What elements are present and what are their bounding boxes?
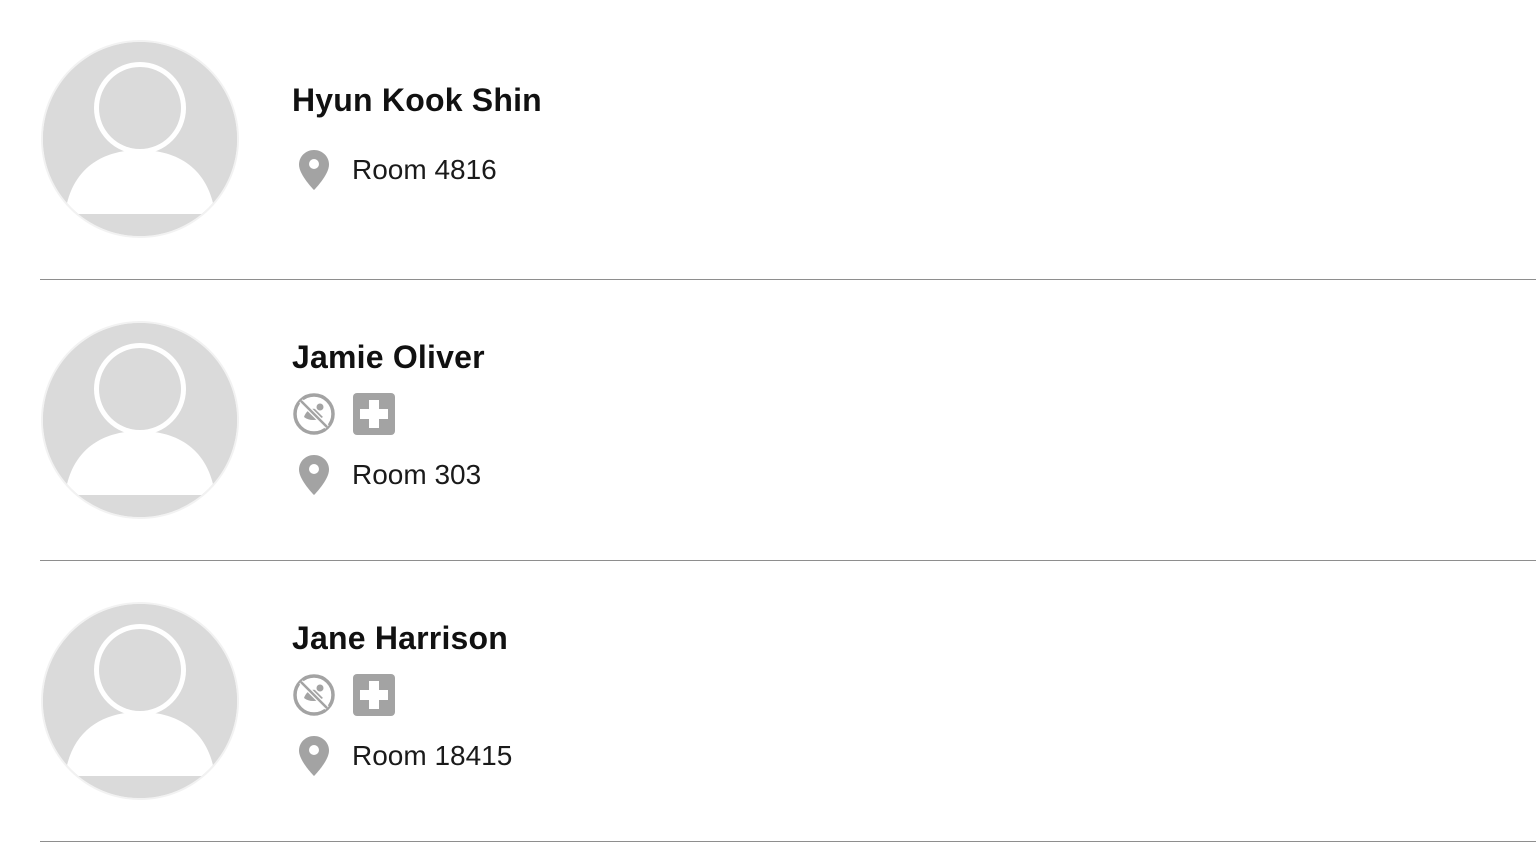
- medical-cross-icon: [352, 673, 396, 717]
- resident-name: Jamie Oliver: [292, 339, 485, 375]
- map-pin-icon: [292, 453, 336, 497]
- map-pin-icon: [292, 148, 336, 192]
- map-pin-icon: [292, 734, 336, 778]
- medical-cross-icon: [352, 392, 396, 436]
- resident-name: Hyun Kook Shin: [292, 82, 542, 118]
- resident-location: Room 303: [292, 453, 481, 497]
- resident-location: Room 18415: [292, 734, 512, 778]
- resident-list: Hyun Kook Shin Room 4816 Jamie Oliver Ro…: [0, 0, 1536, 864]
- resident-location: Room 4816: [292, 148, 497, 192]
- dietary-badges: [292, 392, 412, 436]
- resident-row[interactable]: Jane Harrison Room 18415: [40, 561, 1536, 842]
- resident-row[interactable]: Jamie Oliver Room 303: [40, 280, 1536, 561]
- default-avatar-icon: [43, 323, 237, 517]
- default-avatar-icon: [43, 42, 237, 236]
- room-label: Room 4816: [352, 154, 497, 185]
- no-food-icon: [292, 392, 336, 436]
- default-avatar-icon: [43, 604, 237, 798]
- room-label: Room 18415: [352, 740, 513, 771]
- no-food-icon: [292, 673, 336, 717]
- dietary-badges: [292, 673, 412, 717]
- resident-name: Jane Harrison: [292, 620, 509, 656]
- room-label: Room 303: [352, 459, 482, 490]
- resident-row[interactable]: Hyun Kook Shin Room 4816: [40, 0, 1536, 280]
